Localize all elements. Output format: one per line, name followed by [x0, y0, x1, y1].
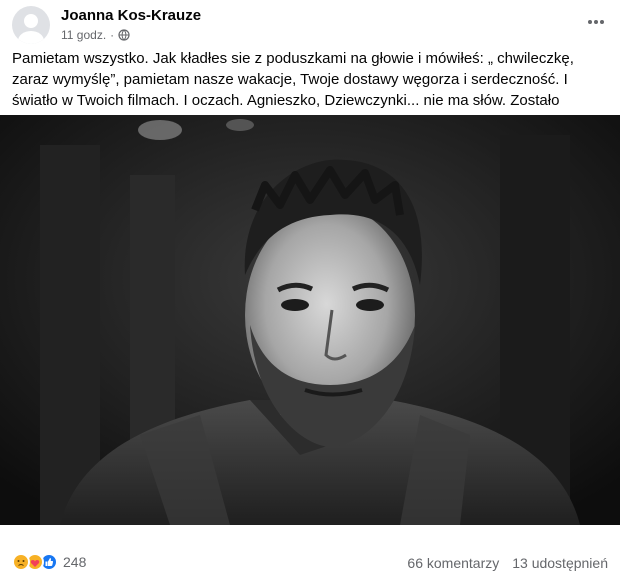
post-photo[interactable] — [0, 115, 620, 525]
post-footer: 248 66 komentarzy 13 udostępnień — [12, 551, 608, 575]
more-options-button[interactable] — [584, 10, 608, 34]
reaction-count[interactable]: 248 — [63, 554, 86, 570]
post-header: Joanna Kos-Krauze 11 godz. · — [12, 6, 608, 46]
reactions-summary[interactable]: 248 — [12, 553, 86, 571]
post-time[interactable]: 11 godz. — [61, 28, 106, 42]
sad-icon — [12, 553, 30, 571]
meta-separator: · — [110, 28, 115, 42]
post-meta: 11 godz. · — [61, 28, 130, 42]
avatar-head — [24, 14, 38, 28]
avatar-body — [18, 31, 44, 44]
author-name[interactable]: Joanna Kos-Krauze — [61, 7, 201, 24]
globe-icon[interactable] — [118, 29, 130, 41]
shares-count[interactable]: 13 udostępnień — [512, 555, 608, 571]
more-dots-icon — [588, 20, 604, 24]
comments-count[interactable]: 66 komentarzy — [407, 555, 499, 571]
portrait-photo — [0, 115, 620, 525]
post-stats: 66 komentarzy 13 udostępnień — [407, 555, 608, 571]
author-avatar[interactable] — [12, 6, 50, 44]
facebook-post: Joanna Kos-Krauze 11 godz. · Pamietam ws… — [0, 0, 620, 583]
